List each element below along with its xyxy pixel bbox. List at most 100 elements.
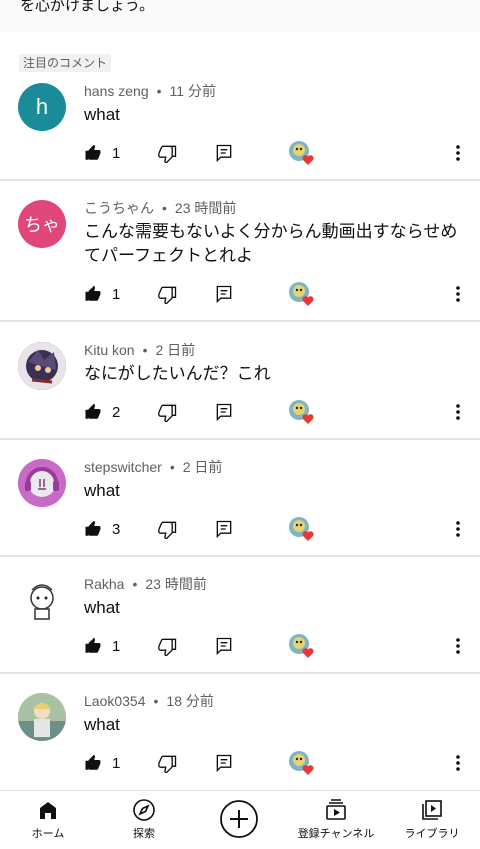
previous-text-strip: を心がけましょう。 (0, 0, 480, 32)
reply-button[interactable] (214, 632, 234, 660)
avatar[interactable]: ちゃ (18, 200, 66, 248)
comment-meta: Kitu kon • 2 日前 (84, 342, 196, 358)
more-vert-icon (456, 404, 460, 420)
like-count: 1 (112, 637, 121, 655)
avatar[interactable] (18, 576, 66, 624)
comment-actions: 2 (0, 398, 480, 426)
thumbs-up-icon (85, 285, 101, 301)
thumbs-up-icon (85, 144, 101, 160)
reply-icon (216, 520, 232, 539)
comment-actions: 1 (0, 632, 480, 660)
reply-button[interactable] (214, 139, 234, 167)
creator-heart-icon (289, 282, 314, 306)
thumbs-down-icon (158, 404, 177, 422)
creator-heart (288, 749, 316, 777)
comment-item: Rakha • 23 時間前 what 1 (0, 574, 480, 674)
compass-icon (133, 799, 155, 821)
add-circle-icon (220, 800, 258, 838)
comment-item: stepswitcher • 2 日前 what 3 (0, 457, 480, 557)
like-button[interactable]: 2 (84, 398, 120, 426)
like-count: 1 (112, 754, 121, 772)
comment-time: 23 時間前 (174, 200, 237, 216)
comment-item: ちゃ こうちゃん • 23 時間前 こんな需要もないよく分からん動画出すならせめてパ… (0, 198, 480, 322)
dislike-button[interactable] (158, 398, 178, 426)
author-name[interactable]: hans zeng (84, 83, 149, 99)
author-name[interactable]: Kitu kon (84, 342, 135, 358)
reply-button[interactable] (214, 398, 234, 426)
creator-heart-icon (289, 141, 314, 165)
comment-actions: 1 (0, 139, 480, 167)
more-vert-icon (456, 755, 460, 771)
thumbs-down-icon (158, 521, 177, 539)
dislike-button[interactable] (158, 515, 178, 543)
nav-library[interactable]: ライブラリ (384, 797, 480, 841)
author-name[interactable]: Rakha (84, 576, 124, 592)
like-count: 1 (112, 144, 121, 162)
comment-time: 11 分前 (169, 83, 216, 99)
more-options-button[interactable] (448, 398, 468, 426)
more-vert-icon (456, 638, 460, 654)
avatar[interactable] (18, 693, 66, 741)
reply-icon (216, 754, 232, 773)
author-name[interactable]: stepswitcher (84, 459, 162, 475)
like-button[interactable]: 1 (84, 139, 120, 167)
reply-button[interactable] (214, 515, 234, 543)
subscriptions-icon (326, 799, 346, 820)
reply-button[interactable] (214, 280, 234, 308)
comment-meta: hans zeng • 11 分前 (84, 83, 216, 99)
reply-icon (216, 144, 232, 163)
comment-meta: こうちゃん • 23 時間前 (84, 200, 237, 216)
like-button[interactable]: 1 (84, 749, 120, 777)
more-options-button[interactable] (448, 139, 468, 167)
thumbs-down-icon (158, 286, 177, 304)
comment-text: what (84, 481, 120, 500)
more-options-button[interactable] (448, 632, 468, 660)
avatar[interactable] (18, 342, 66, 390)
more-options-button[interactable] (448, 749, 468, 777)
thumbs-down-icon (158, 755, 177, 773)
create-button[interactable] (219, 799, 259, 839)
nav-subscriptions[interactable]: 登録チャンネル (288, 797, 384, 841)
comment-text: なにがしたいんだ？これ (84, 364, 271, 383)
nav-home[interactable]: ホーム (0, 797, 96, 841)
nav-explore[interactable]: 探索 (96, 797, 192, 841)
thumbs-up-icon (85, 754, 101, 770)
avatar[interactable]: h (18, 83, 66, 131)
thumbs-down-icon (158, 145, 177, 163)
dislike-button[interactable] (158, 749, 178, 777)
comment-time: 23 時間前 (145, 576, 207, 592)
dislike-button[interactable] (158, 139, 178, 167)
featured-comments-label: 注目のコメント (19, 54, 112, 72)
comment-actions: 1 (0, 749, 480, 777)
dislike-button[interactable] (158, 632, 178, 660)
creator-heart-icon (289, 751, 314, 775)
nav-explore-label: 探索 (133, 827, 155, 840)
author-name[interactable]: Laok0354 (84, 693, 146, 709)
like-button[interactable]: 1 (84, 280, 120, 308)
thumbs-down-icon (158, 638, 177, 656)
previous-text: を心がけましょう。 (20, 0, 155, 14)
reply-icon (216, 403, 232, 422)
reply-icon (216, 637, 232, 656)
more-options-button[interactable] (448, 280, 468, 308)
like-button[interactable]: 1 (84, 632, 120, 660)
comment-text: what (84, 598, 120, 617)
more-vert-icon (456, 145, 460, 161)
thumbs-up-icon (85, 520, 101, 536)
creator-heart (288, 398, 316, 426)
library-icon (422, 800, 442, 820)
thumbs-up-icon (85, 637, 101, 653)
nav-library-label: ライブラリ (404, 827, 460, 840)
author-name[interactable]: こうちゃん (84, 200, 154, 216)
creator-heart (288, 515, 316, 543)
like-button[interactable]: 3 (84, 515, 120, 543)
comment-meta: Rakha • 23 時間前 (84, 576, 207, 592)
comment-text: what (84, 105, 120, 124)
creator-heart-icon (289, 400, 314, 424)
dislike-button[interactable] (158, 280, 178, 308)
avatar[interactable] (18, 459, 66, 507)
cartoon-avatar-image (18, 576, 66, 624)
reply-button[interactable] (214, 749, 234, 777)
comment-actions: 1 (0, 280, 480, 308)
more-options-button[interactable] (448, 515, 468, 543)
